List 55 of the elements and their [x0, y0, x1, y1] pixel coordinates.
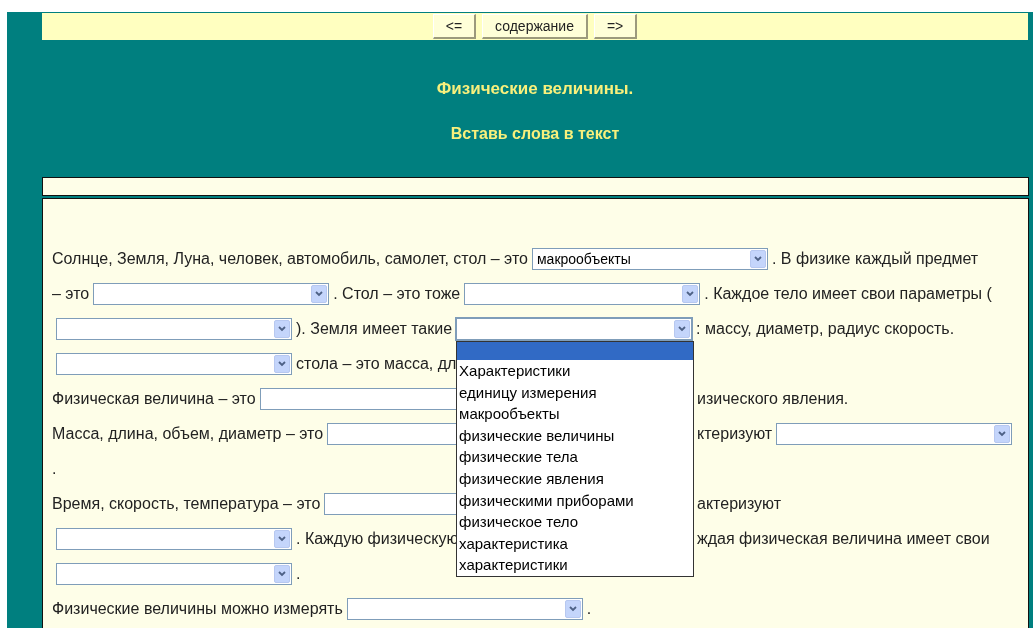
dropdown-option[interactable]: физическое тело: [457, 511, 694, 533]
sentence-text: .: [52, 459, 57, 479]
sentence-text: актеризуют: [697, 494, 782, 514]
sentence-text: .: [586, 599, 592, 619]
sentence-text: . Каждую физическую: [296, 529, 458, 549]
dropdown-option[interactable]: характеристика: [457, 532, 694, 555]
chevron-down-icon: [998, 431, 1007, 437]
chevron-down-icon: [678, 326, 687, 332]
dropdown-select[interactable]: макрообъекты: [531, 248, 768, 270]
sentence-text: Физические величины можно измерять: [52, 599, 343, 619]
nav-button[interactable]: =>: [593, 14, 638, 39]
sentence-text: . Каждое тело имеет свои параметры (: [704, 284, 992, 304]
chevron-down-icon: [278, 361, 286, 367]
dropdown-select[interactable]: [776, 423, 1013, 445]
sentence-text: Время, скорость, температура – это: [52, 494, 321, 514]
dropdown-option[interactable]: физические величины: [457, 424, 694, 447]
dropdown-select[interactable]: [56, 528, 292, 550]
sentence-text: стола – это масса, дл: [296, 354, 457, 374]
dropdown-select[interactable]: [346, 598, 583, 620]
chevron-down-icon: [686, 291, 695, 297]
nav-button[interactable]: <=: [432, 14, 477, 39]
dropdown-option[interactable]: физическими приборами: [457, 489, 694, 512]
dropdown-select[interactable]: [56, 563, 292, 585]
chevron-down-icon: [278, 536, 286, 542]
sentence-text: Солнце, Земля, Луна, человек, автомобиль, самолет, стол – это: [52, 249, 528, 269]
dropdown-select[interactable]: [456, 318, 693, 340]
dropdown-select[interactable]: [56, 318, 292, 340]
dropdown-option[interactable]: Характеристики: [457, 360, 694, 382]
sentence-text: Масса, длина, объем, диаметр – это: [52, 424, 324, 444]
chevron-down-icon: [315, 291, 324, 297]
dropdown-select[interactable]: [93, 283, 330, 305]
sentence-text: ждая физическая величина имеет свои: [697, 529, 990, 549]
sentence-text: . В физике каждый предмет: [771, 249, 979, 269]
dropdown-option[interactable]: макрообъекты: [457, 403, 694, 425]
dropdown-select[interactable]: [56, 353, 292, 375]
page-subtitle: Вставь слова в текст: [450, 123, 620, 144]
sentence-text: .: [296, 564, 301, 584]
dropdown-option[interactable]: единицу измерения: [457, 381, 694, 404]
sentence-text: – это: [52, 284, 90, 304]
dropdown-option[interactable]: характеристики: [457, 554, 694, 576]
sentence-text: изического явления.: [697, 389, 849, 409]
page-title: Физические величины.: [436, 78, 634, 100]
sentence-text: ктеризуют: [697, 424, 773, 444]
nav-button[interactable]: содержание: [482, 14, 588, 39]
dropdown-option[interactable]: физические явления: [457, 467, 694, 490]
chevron-down-icon: [753, 256, 762, 262]
chevron-down-icon: [568, 606, 577, 612]
dropdown-select[interactable]: [464, 283, 701, 305]
chevron-down-icon: [278, 571, 286, 577]
sentence-text: : массу, диаметр, радиус скорость.: [696, 319, 955, 339]
sentence-text: Физическая величина – это: [52, 389, 256, 409]
sentence-text: ). Земля имеет такие: [296, 319, 453, 339]
dropdown-option[interactable]: физические тела: [457, 446, 694, 468]
sentence-text: . Стол – это тоже: [333, 284, 461, 304]
chevron-down-icon: [278, 326, 286, 332]
